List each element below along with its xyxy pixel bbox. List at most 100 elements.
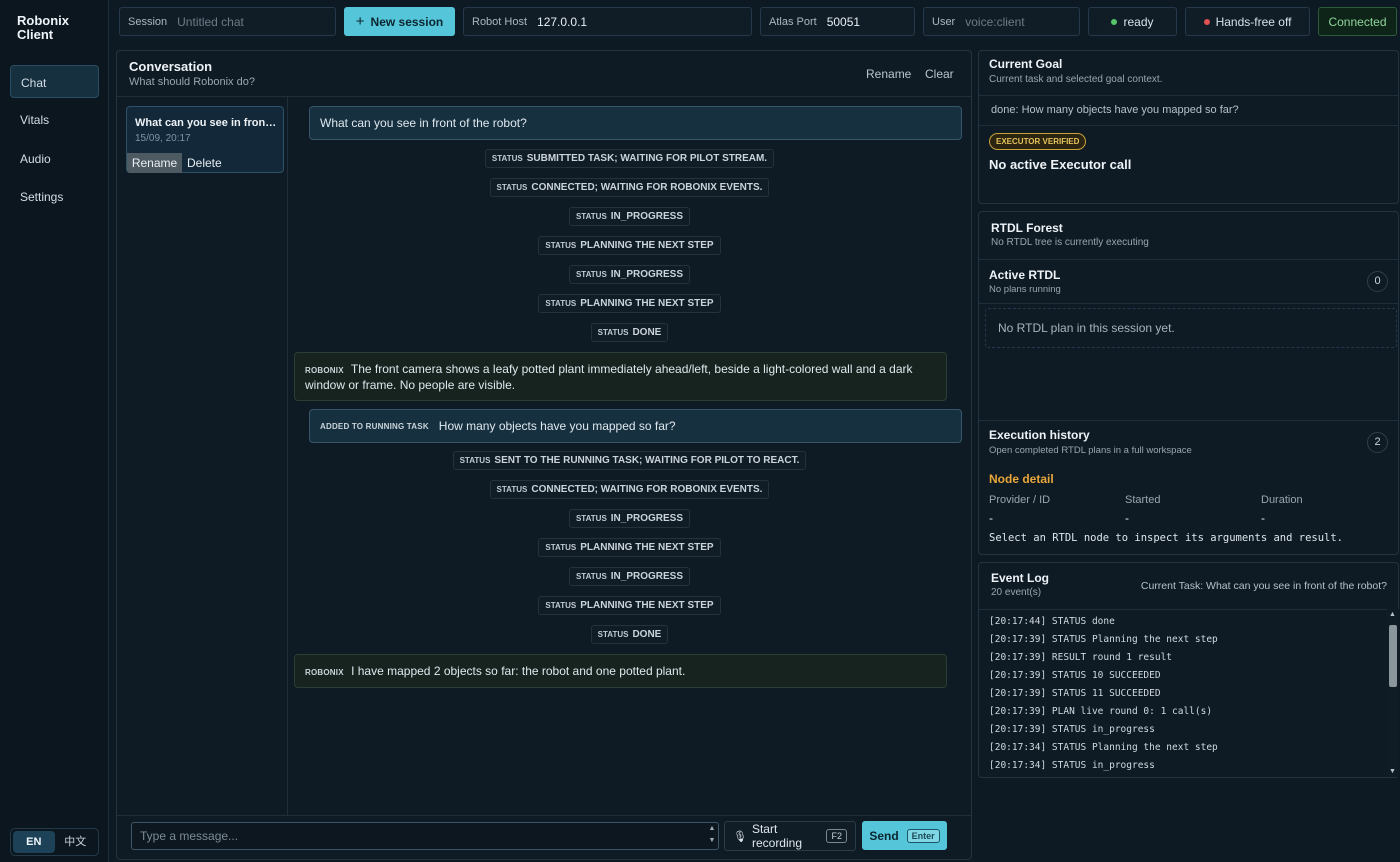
session-label: Session [128, 15, 168, 28]
status-row: STATUS IN_PROGRESS [288, 567, 971, 586]
ready-label: ready [1123, 14, 1154, 29]
scroll-down-icon[interactable]: ▼ [1389, 768, 1396, 775]
lang-zh-button[interactable]: 中文 [55, 831, 97, 853]
execution-history-title[interactable]: Execution history [989, 428, 1090, 442]
message-text: How many objects have you mapped so far? [438, 419, 676, 433]
status-tag: STATUS [597, 328, 629, 337]
status-row: STATUS IN_PROGRESS [288, 509, 971, 528]
duration-value: - [1261, 511, 1265, 525]
brand-logo: Robonix Client [17, 13, 69, 42]
rtdl-subtitle: No RTDL tree is currently executing [991, 237, 1149, 248]
added-to-task-tag: ADDED TO RUNNING TASK [320, 421, 429, 431]
nav-item-audio[interactable]: Audio [10, 142, 99, 175]
status-tag: STATUS [545, 601, 577, 610]
atlas-port-input[interactable]: 50051 [827, 15, 860, 29]
status-text: IN_PROGRESS [610, 269, 684, 280]
status-row: STATUS DONE [288, 323, 971, 342]
provider-id-label: Provider / ID [989, 494, 1051, 506]
status-text: DONE [632, 327, 662, 338]
executor-verified-badge: EXECUTOR VERIFIED [989, 133, 1087, 150]
session-field[interactable]: Session Untitled chat [119, 7, 336, 36]
robot-host-input[interactable]: 127.0.0.1 [537, 15, 587, 29]
event-log-scrollbar[interactable]: ▲ ▼ [1387, 609, 1399, 777]
conversation-panel: Conversation What should Robonix do? Ren… [116, 50, 972, 860]
session-rename-button[interactable]: Rename [127, 153, 182, 173]
nav-item-vitals[interactable]: Vitals [10, 103, 99, 136]
nav-item-chat[interactable]: Chat [10, 65, 99, 98]
current-goal-title: Current Goal [989, 57, 1063, 71]
log-line: [20:17:39] STATUS in_progress [989, 724, 1155, 735]
current-goal-subtitle: Current task and selected goal context. [989, 74, 1163, 85]
status-pill: STATUS SUBMITTED TASK; WAITING FOR PILOT … [484, 149, 775, 168]
send-button[interactable]: Send Enter [862, 821, 947, 850]
rename-conversation-button[interactable]: Rename [866, 67, 911, 81]
status-text: PLANNING THE NEXT STEP [580, 600, 714, 611]
status-tag: STATUS [491, 154, 523, 163]
status-tag: STATUS [597, 630, 629, 639]
hands-free-toggle[interactable]: Hands-free off [1185, 7, 1310, 36]
status-text: DONE [632, 629, 662, 640]
duration-column: Duration - [1261, 494, 1303, 525]
robonix-message: ROBONIX I have mapped 2 objects so far: … [294, 654, 947, 688]
new-session-label: New session [370, 14, 444, 29]
status-row: STATUS CONNECTED; WAITING FOR ROBONIX EVE… [288, 178, 971, 197]
log-line: [20:17:39] STATUS 11 SUCCEEDED [989, 688, 1161, 699]
active-rtdl-subtitle: No plans running [989, 284, 1061, 295]
new-session-button[interactable]: + New session [344, 7, 455, 36]
current-goal-card: Current Goal Current task and selected g… [978, 50, 1399, 204]
status-pill: STATUS IN_PROGRESS [568, 509, 691, 528]
status-text: PLANNING THE NEXT STEP [580, 240, 714, 251]
executor-status: No active Executor call [989, 157, 1132, 172]
status-pill: STATUS IN_PROGRESS [568, 207, 691, 226]
status-tag: STATUS [575, 212, 607, 221]
log-line: [20:17:39] RESULT round 1 result [989, 652, 1173, 663]
log-line: [20:17:39] PLAN live round 0: 1 call(s) [989, 706, 1213, 717]
send-label: Send [869, 828, 899, 843]
started-label: Started [1125, 494, 1161, 506]
status-tag: STATUS [496, 485, 528, 494]
session-card-title: What can you see in front of the robot? [135, 117, 277, 129]
status-row: STATUS IN_PROGRESS [288, 265, 971, 284]
hands-free-label: Hands-free off [1215, 14, 1292, 29]
session-input[interactable]: Untitled chat [177, 15, 244, 29]
robot-host-field[interactable]: Robot Host 127.0.0.1 [463, 7, 752, 36]
event-log-card: Event Log 20 event(s) Current Task: What… [978, 562, 1399, 778]
message-list: What can you see in front of the robot? … [288, 97, 971, 815]
atlas-port-field[interactable]: Atlas Port 50051 [760, 7, 915, 36]
status-pill: STATUS SENT TO THE RUNNING TASK; WAITING … [452, 451, 807, 470]
message-text: What can you see in front of the robot? [320, 116, 527, 130]
node-detail-title: Node detail [989, 472, 1054, 486]
log-line: [20:17:44] STATUS done [989, 616, 1115, 627]
goal-done-line: done: How many objects have you mapped s… [991, 104, 1239, 116]
message-text: The front camera shows a leafy potted pl… [305, 362, 913, 392]
scrollbar-thumb[interactable] [1389, 625, 1397, 687]
microphone-icon: 🎙 [733, 830, 747, 843]
start-recording-button[interactable]: 🎙 Start recording F2 [724, 821, 856, 851]
shortcut-f2: F2 [826, 829, 847, 843]
divider [979, 303, 1398, 304]
status-tag: STATUS [496, 183, 528, 192]
composer: ▲▼ 🎙 Start recording F2 Send Enter [117, 815, 971, 861]
user-input[interactable]: voice:client [965, 15, 1024, 29]
status-text: IN_PROGRESS [610, 571, 684, 582]
started-column: Started - [1125, 494, 1160, 525]
log-line: [20:17:39] STATUS 10 SUCCEEDED [989, 670, 1161, 681]
input-stepper[interactable]: ▲ ▼ [707, 823, 717, 849]
connected-badge: Connected [1318, 7, 1397, 36]
status-pill: STATUS PLANNING THE NEXT STEP [538, 294, 721, 313]
robonix-message: ROBONIX The front camera shows a leafy p… [294, 352, 947, 401]
scroll-up-icon[interactable]: ▲ [1389, 611, 1396, 618]
message-input[interactable] [131, 822, 719, 850]
status-pill: STATUS IN_PROGRESS [568, 567, 691, 586]
user-field[interactable]: User voice:client [923, 7, 1080, 36]
ready-status: ready [1088, 7, 1177, 36]
status-row: STATUS PLANNING THE NEXT STEP [288, 538, 971, 557]
active-rtdl-title: Active RTDL [989, 268, 1061, 282]
provider-id-value: - [989, 511, 993, 525]
status-text: PLANNING THE NEXT STEP [580, 542, 714, 553]
clear-conversation-button[interactable]: Clear [925, 67, 954, 81]
nav-item-settings[interactable]: Settings [10, 180, 99, 213]
lang-en-button[interactable]: EN [13, 831, 55, 853]
session-delete-button[interactable]: Delete [187, 153, 222, 173]
session-card[interactable]: What can you see in front of the robot? … [126, 106, 284, 173]
